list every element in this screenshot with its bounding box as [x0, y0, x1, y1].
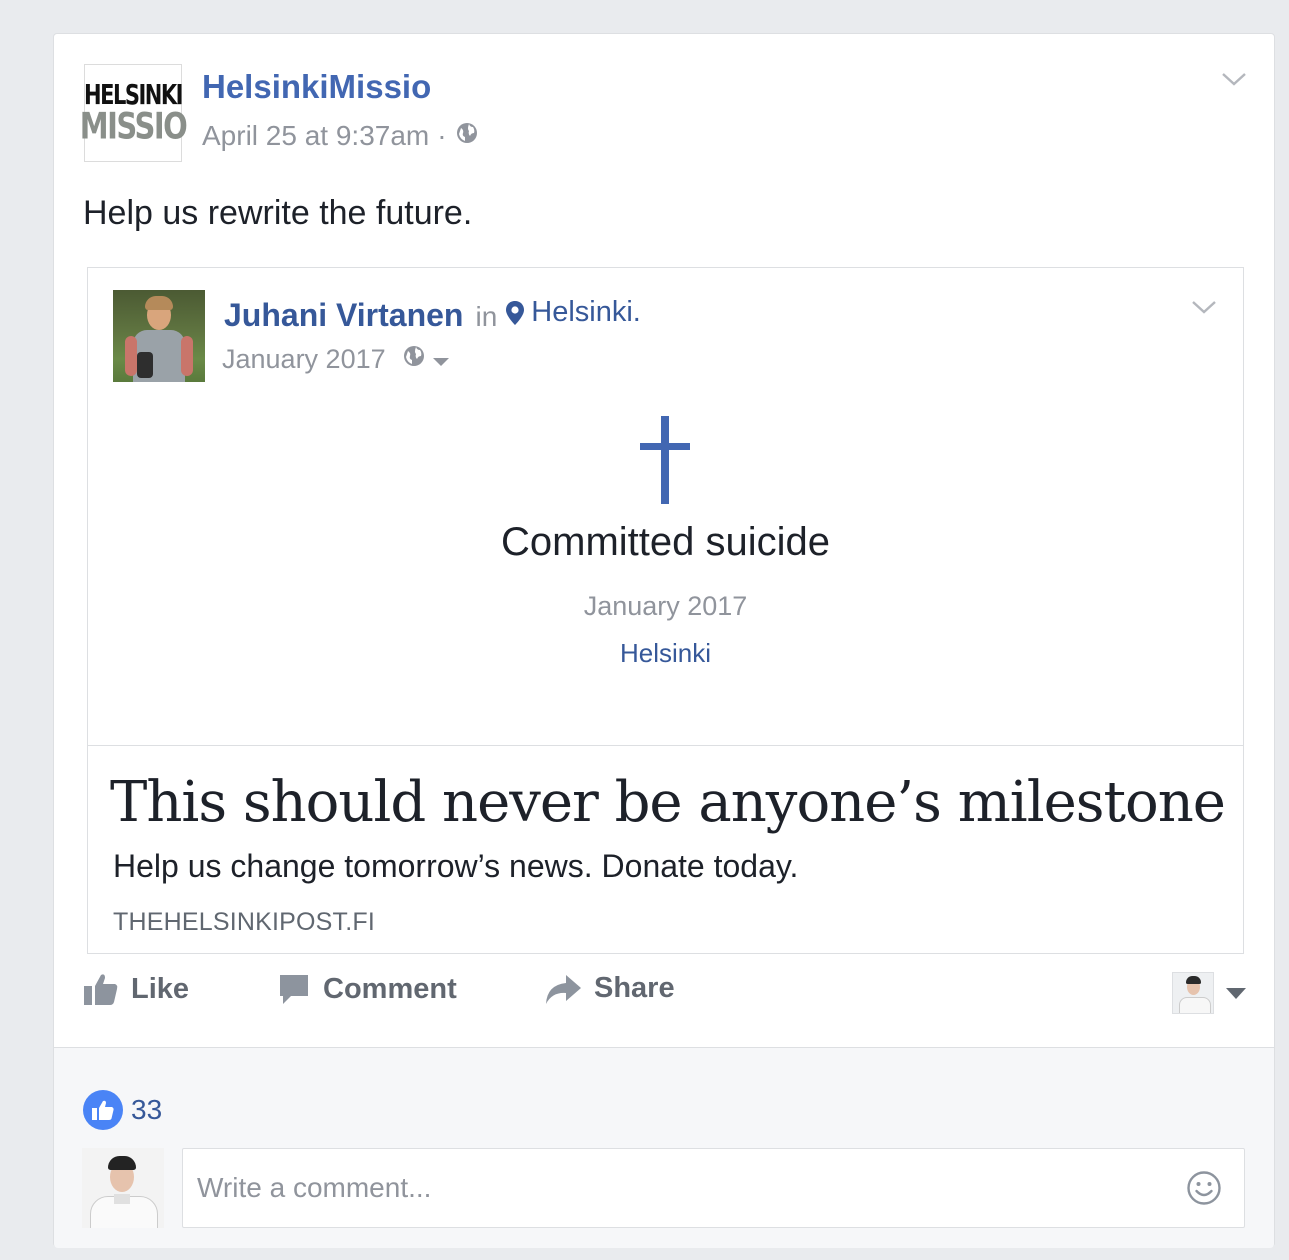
- shared-meta: January 2017: [222, 344, 450, 375]
- in-word: in: [475, 300, 498, 332]
- logo-line-2: MISSIO: [79, 104, 188, 148]
- like-label: Like: [131, 972, 190, 1005]
- shared-milestone-section: Juhani Virtanen in Helsinki. January 201…: [88, 268, 1243, 746]
- comment-box[interactable]: [182, 1148, 1245, 1228]
- share-button[interactable]: Share: [544, 972, 675, 1005]
- action-bar: Like Comment Share: [54, 972, 1274, 1030]
- comment-input[interactable]: [183, 1149, 1163, 1227]
- shared-options-chevron-down-icon[interactable]: [1190, 298, 1218, 323]
- shared-location-text: Helsinki.: [531, 296, 641, 328]
- comment-button[interactable]: Comment: [277, 972, 457, 1006]
- shared-date[interactable]: January 2017: [222, 344, 386, 375]
- milestone-title: Committed suicide: [500, 520, 830, 564]
- globe-icon[interactable]: [402, 344, 426, 375]
- audience-caret-down-icon[interactable]: [432, 344, 450, 375]
- thumbs-up-icon: [84, 974, 118, 1005]
- link-domain: THEHELSINKIPOST.FI: [113, 908, 375, 936]
- shared-location-link[interactable]: Helsinki.: [505, 296, 641, 329]
- author-avatar[interactable]: [113, 290, 205, 382]
- post-footer: 33: [54, 1047, 1274, 1248]
- milestone-date: January 2017: [583, 591, 748, 621]
- viewer-caret-down-icon[interactable]: [1226, 987, 1246, 1005]
- share-arrow-icon: [546, 974, 581, 1004]
- emoji-icon[interactable]: [1186, 1170, 1222, 1211]
- link-description: Help us change tomorrow’s news. Donate t…: [113, 848, 799, 884]
- post-text: Help us rewrite the future.: [83, 194, 473, 232]
- page-name-link[interactable]: HelsinkiMissio: [202, 68, 431, 106]
- post-meta: April 25 at 9:37am ·: [202, 120, 479, 152]
- milestone-location-link[interactable]: Helsinki: [88, 638, 1243, 669]
- globe-icon[interactable]: [455, 120, 479, 152]
- post-card: HELSINKI MISSIO HelsinkiMissio April 25 …: [53, 33, 1275, 1248]
- like-button[interactable]: Like: [83, 972, 189, 1006]
- comment-label: Comment: [323, 972, 457, 1005]
- shared-post[interactable]: Juhani Virtanen in Helsinki. January 201…: [87, 267, 1244, 954]
- post-timestamp[interactable]: April 25 at 9:37am: [202, 120, 429, 152]
- like-reaction-icon: [83, 1090, 123, 1130]
- commenter-avatar[interactable]: [82, 1148, 164, 1228]
- page-logo[interactable]: HELSINKI MISSIO: [80, 64, 188, 162]
- map-pin-icon: [506, 300, 525, 325]
- meta-separator: ·: [437, 120, 447, 151]
- like-count: 33: [131, 1094, 163, 1125]
- share-label: Share: [594, 972, 675, 1004]
- cross-icon: [632, 416, 698, 509]
- shared-author-line: Juhani Virtanen in Helsinki.: [224, 296, 641, 334]
- link-headline[interactable]: This should never be anyone’s milestone: [110, 770, 1226, 835]
- reaction-summary[interactable]: 33: [83, 1090, 162, 1130]
- comment-icon: [280, 975, 308, 1004]
- shared-author-name[interactable]: Juhani Virtanen: [224, 297, 463, 334]
- viewer-avatar[interactable]: [1172, 972, 1214, 1014]
- post-options-chevron-down-icon[interactable]: [1220, 70, 1248, 95]
